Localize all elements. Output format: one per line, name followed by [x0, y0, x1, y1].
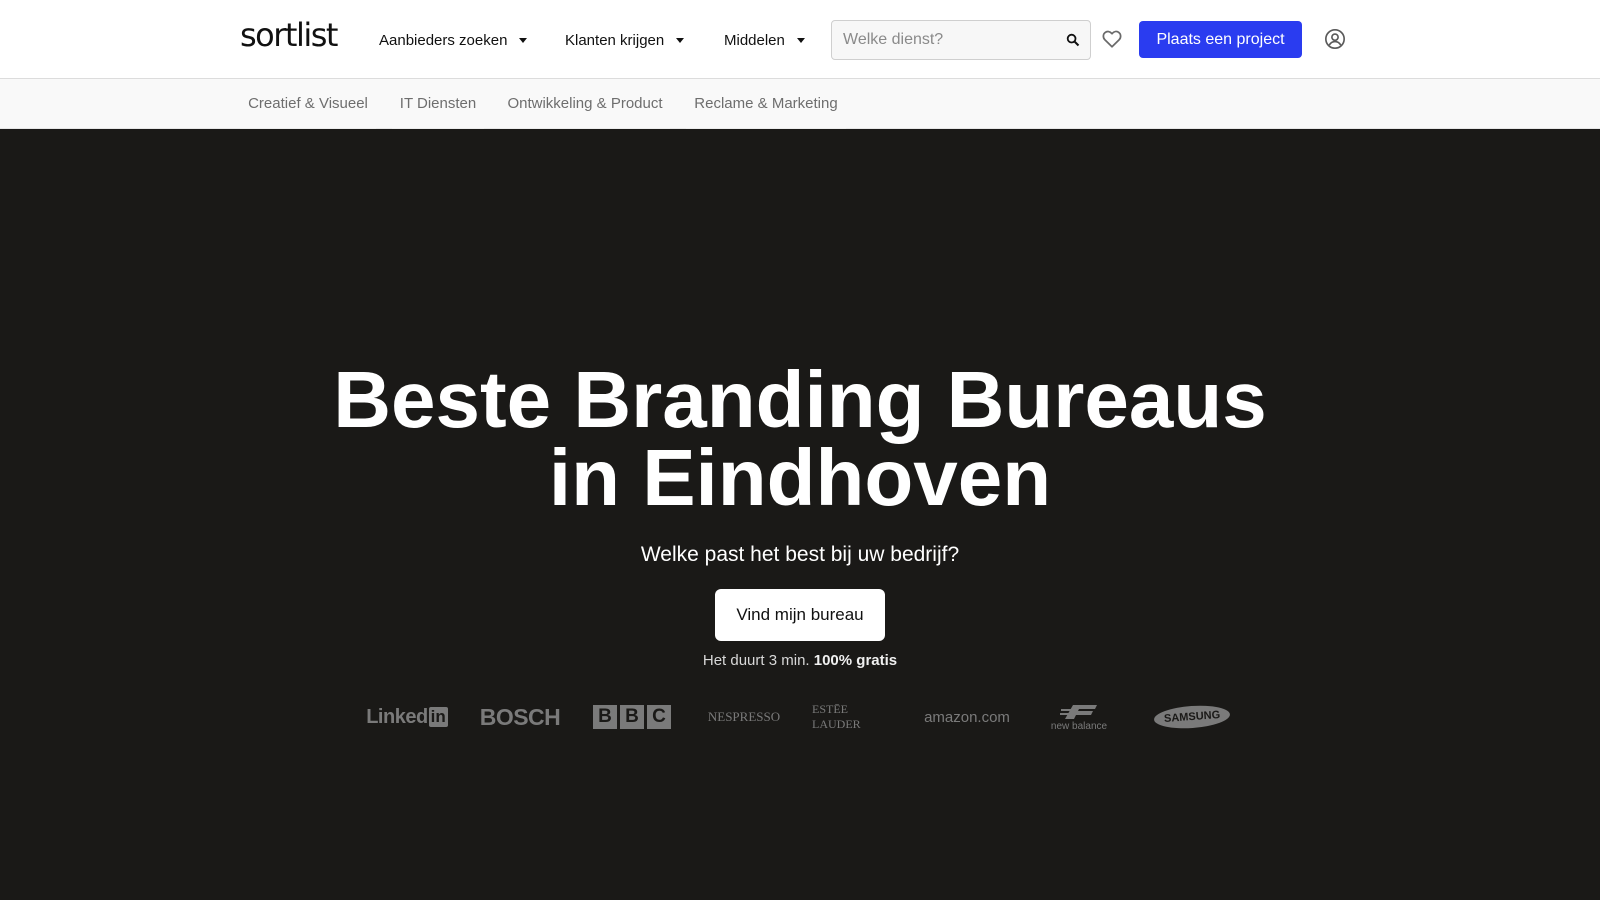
search-input[interactable] [832, 21, 1057, 59]
new-balance-mark [1060, 704, 1097, 719]
category-ontwikkeling-product[interactable]: Ontwikkeling & Product [500, 79, 670, 129]
nav-label: Aanbieders zoeken [379, 31, 508, 49]
chevron-down-icon [796, 37, 805, 43]
category-reclame-marketing[interactable]: Reclame & Marketing [686, 79, 846, 129]
category-it-diensten[interactable]: IT Diensten [392, 79, 484, 129]
linkedin-logo: Linked in [366, 705, 448, 728]
amazon-logo: amazon.com [924, 708, 1010, 726]
nav-label: Middelen [724, 31, 785, 49]
top-navigation-bar: sortlist Aanbieders zoeken Klanten krijg… [0, 0, 1600, 79]
hero-section: Beste Branding Bureaus in Eindhoven Welk… [0, 129, 1600, 900]
nav-klanten-krijgen[interactable]: Klanten krijgen [565, 28, 685, 52]
title-line-1: Beste Branding Bureaus [333, 355, 1267, 444]
new-balance-logo: new balance [1036, 695, 1122, 739]
client-logos: Linked in BOSCH B B C NESPRESSO ESTĒE LA… [0, 695, 1600, 739]
samsung-logo: SAMSUNG [1148, 695, 1236, 739]
chevron-down-icon [676, 37, 685, 43]
page-title: Beste Branding Bureaus in Eindhoven [0, 360, 1600, 518]
nespresso-logo: NESPRESSO [707, 709, 781, 724]
note-free: 100% gratis [813, 652, 898, 669]
note-duration: Het duurt 3 min. [702, 652, 810, 669]
heart-icon[interactable] [1101, 28, 1123, 50]
chevron-down-icon [519, 37, 528, 43]
user-account-icon[interactable] [1324, 28, 1346, 50]
service-search [831, 20, 1091, 60]
nav-middelen[interactable]: Middelen [724, 28, 805, 52]
category-creatief-visueel[interactable]: Creatief & Visueel [240, 79, 376, 129]
bbc-logo: B B C [590, 695, 674, 739]
estee-lauder-logo: ESTĒE LAUDER [812, 702, 861, 731]
vind-mijn-bureau-button[interactable]: Vind mijn bureau [715, 589, 885, 641]
hero-note: Het duurt 3 min. 100% gratis [0, 652, 1600, 669]
plaats-een-project-button[interactable]: Plaats een project [1139, 21, 1302, 58]
category-bar: Creatief & Visueel IT Diensten Ontwikkel… [0, 79, 1600, 129]
search-icon[interactable] [1066, 33, 1080, 47]
nav-aanbieders-zoeken[interactable]: Aanbieders zoeken [379, 28, 528, 52]
title-line-2: in Eindhoven [548, 433, 1052, 522]
hero-subtitle: Welke past het best bij uw bedrijf? [640, 543, 960, 566]
sortlist-logo[interactable]: sortlist [240, 16, 338, 54]
bosch-logo: BOSCH [479, 703, 561, 730]
nav-label: Klanten krijgen [565, 31, 665, 49]
